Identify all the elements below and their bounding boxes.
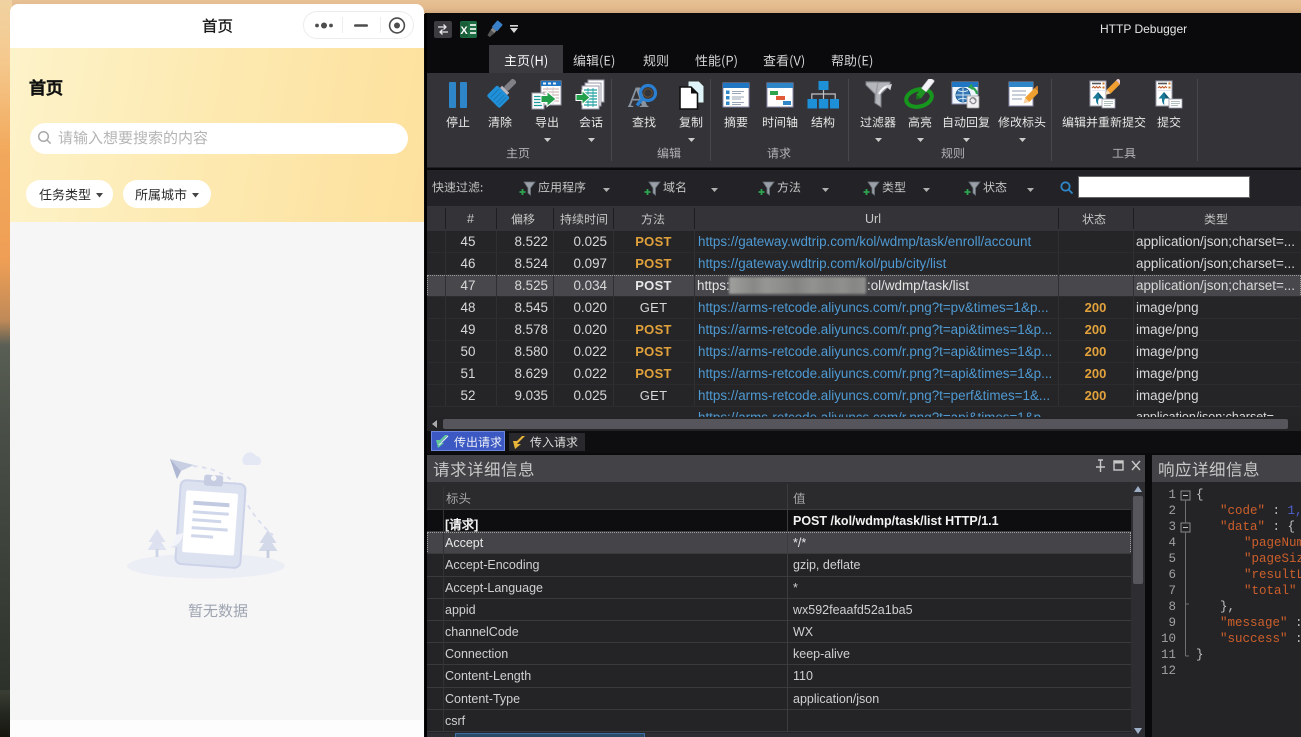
- svg-text:X: X: [460, 25, 468, 37]
